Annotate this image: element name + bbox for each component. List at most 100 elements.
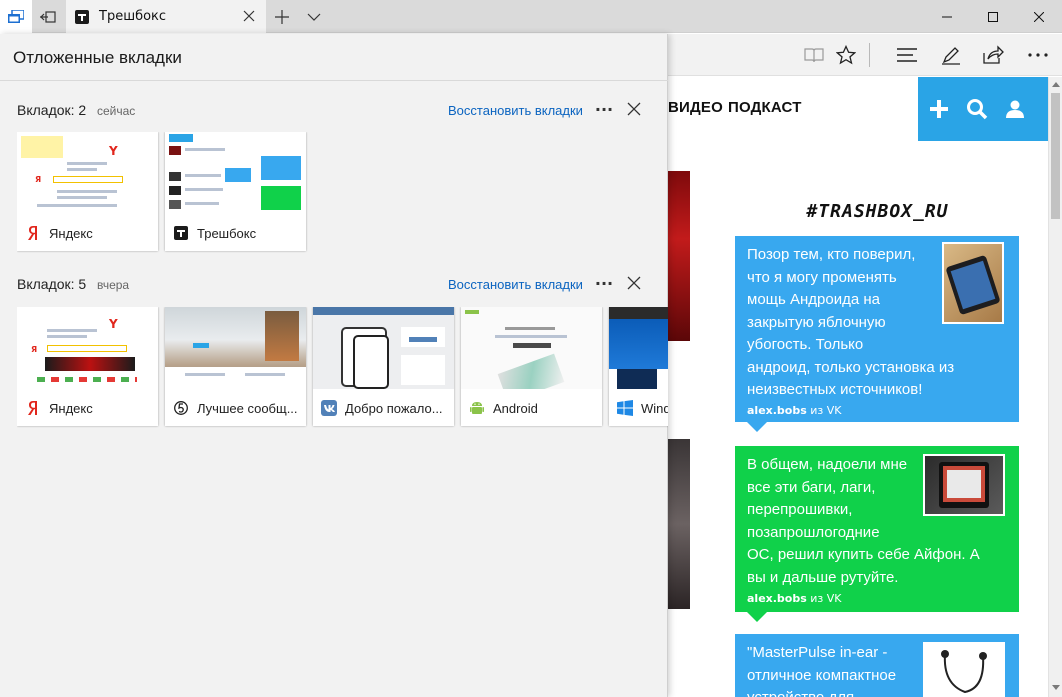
- tab-preview: [313, 307, 454, 389]
- close-tab-icon[interactable]: [242, 9, 256, 23]
- set-aside-tabs-view-button[interactable]: [0, 0, 32, 33]
- scrollbar-thumb[interactable]: [1051, 93, 1060, 219]
- chevron-down-icon: [307, 13, 321, 21]
- group-count: Вкладок: 5: [17, 276, 87, 292]
- tab-label: Добро пожало...: [313, 390, 454, 426]
- minimize-button[interactable]: [924, 0, 970, 33]
- trashbox-icon: [173, 225, 189, 241]
- share-icon: [983, 45, 1004, 64]
- set-aside-tab-card[interactable]: Y Я Яндекс: [17, 307, 158, 426]
- title-bar: Трешбокс: [0, 0, 1062, 33]
- windows-icon: [617, 400, 633, 416]
- post-photo: [923, 642, 1005, 697]
- profile-button[interactable]: [1000, 94, 1030, 124]
- browser-tab-trashbox[interactable]: Трешбокс: [66, 0, 266, 33]
- hub-lines-icon: [897, 48, 917, 62]
- new-tab-button[interactable]: [266, 0, 298, 33]
- tab-group-header: Вкладок: 5 вчера Восстановить вкладки ··…: [17, 274, 647, 296]
- remove-group-button[interactable]: [627, 102, 643, 118]
- yandex-icon: [25, 400, 41, 416]
- tab-label: Windows: [609, 390, 668, 426]
- favorite-button[interactable]: [828, 34, 864, 76]
- tab-label: Android: [461, 390, 602, 426]
- panel-title: Отложенные вкладки: [13, 48, 182, 67]
- social-post[interactable]: В общем, надоели мне все эти баги, лаги,…: [735, 446, 1019, 622]
- tab-preview: [609, 307, 668, 389]
- group-time: вчера: [97, 278, 130, 292]
- tabs-stack-icon: [8, 9, 24, 23]
- search-button[interactable]: [962, 94, 992, 124]
- hashtag-heading[interactable]: #TRASHBOX_RU: [735, 201, 1020, 222]
- pen-icon: [942, 47, 960, 65]
- set-aside-tab-card[interactable]: Windows: [609, 307, 668, 426]
- browser-toolbar: [668, 34, 1062, 76]
- page-scrollbar[interactable]: [1048, 77, 1062, 697]
- post-text: "MasterPulse in-ear - отличное компактно…: [747, 644, 897, 697]
- tab-group-header: Вкладок: 2 сейчас Восстановить вкладки ·…: [17, 100, 647, 122]
- nav-link-video[interactable]: ВИДЕО: [668, 99, 723, 116]
- speech-tail: [747, 612, 767, 622]
- social-post[interactable]: Позор тем, кто поверил, что я могу проме…: [735, 236, 1019, 432]
- group-more-button[interactable]: ···: [593, 100, 615, 120]
- tab-group-thumbnails: Y Я Яндекс: [17, 132, 668, 253]
- close-icon: [627, 276, 641, 290]
- article-image[interactable]: [668, 439, 690, 609]
- maximize-button[interactable]: [970, 0, 1016, 33]
- post-text: В общем, надоели мне все эти баги, лаги,…: [747, 456, 980, 586]
- tab-previews-button[interactable]: [298, 0, 330, 33]
- web-note-button[interactable]: [933, 34, 969, 76]
- article-image[interactable]: [668, 171, 690, 341]
- set-aside-tab-card[interactable]: Лучшее сообщ...: [165, 307, 306, 426]
- set-aside-tab-card[interactable]: Y Я Яндекс: [17, 132, 158, 251]
- speech-tail: [747, 422, 767, 432]
- more-dots-icon: [1028, 53, 1048, 57]
- maximize-icon: [988, 11, 998, 22]
- tab-label: Яндекс: [17, 390, 158, 426]
- panel-divider: [0, 80, 668, 81]
- set-aside-tab-card[interactable]: Добро пожало...: [313, 307, 454, 426]
- tab-preview: [165, 307, 306, 389]
- vk-icon: [321, 400, 337, 416]
- remove-group-button[interactable]: [627, 276, 643, 292]
- close-window-button[interactable]: [1016, 0, 1062, 33]
- close-icon: [627, 102, 641, 116]
- tab-preview: Y Я: [17, 307, 158, 389]
- group-count: Вкладок: 2: [17, 102, 87, 118]
- trashbox-icon: [75, 9, 89, 24]
- set-aside-tabs-button[interactable]: [32, 0, 64, 33]
- post-author[interactable]: alex.bobs из VK: [747, 592, 842, 605]
- post-author[interactable]: alex.bobs из VK: [747, 404, 842, 417]
- restore-tabs-link[interactable]: Восстановить вкладки: [448, 103, 583, 118]
- social-post[interactable]: "MasterPulse in-ear - отличное компактно…: [735, 634, 1019, 697]
- add-button[interactable]: [924, 94, 954, 124]
- scroll-up-arrow-icon[interactable]: [1052, 82, 1060, 87]
- plus-icon: [930, 100, 948, 118]
- star-icon: [836, 45, 856, 65]
- site-actions-bar: [918, 77, 1048, 141]
- minimize-icon: [942, 16, 952, 17]
- tab-preview: Y Я: [17, 132, 158, 214]
- group-more-button[interactable]: ···: [593, 274, 615, 294]
- more-menu-button[interactable]: [1020, 34, 1056, 76]
- post-text: Позор тем, кто поверил, что я могу проме…: [747, 246, 955, 398]
- set-aside-tabs-panel: Отложенные вкладки Вкладок: 2 сейчас Вос…: [0, 34, 668, 697]
- plus-icon: [275, 9, 289, 24]
- toolbar-separator: [869, 43, 870, 67]
- tab-title: Трешбокс: [99, 9, 167, 24]
- search-icon: [967, 99, 988, 120]
- yandex-icon: [25, 225, 41, 241]
- book-icon: [804, 48, 824, 63]
- set-aside-tab-card[interactable]: Трешбокс: [165, 132, 306, 251]
- user-icon: [1006, 100, 1024, 118]
- share-button[interactable]: [975, 34, 1011, 76]
- restore-tabs-link[interactable]: Восстановить вкладки: [448, 277, 583, 292]
- scroll-down-arrow-icon[interactable]: [1052, 685, 1060, 690]
- reading-view-button[interactable]: [796, 34, 832, 76]
- android-icon: [469, 400, 485, 416]
- close-icon: [1034, 11, 1044, 22]
- nav-link-podcast[interactable]: ПОДКАСТ: [728, 99, 802, 116]
- tab-preview: [165, 132, 306, 214]
- set-aside-tab-card[interactable]: Android: [461, 307, 602, 426]
- tab-label: Яндекс: [17, 215, 158, 251]
- hub-button[interactable]: [889, 34, 925, 76]
